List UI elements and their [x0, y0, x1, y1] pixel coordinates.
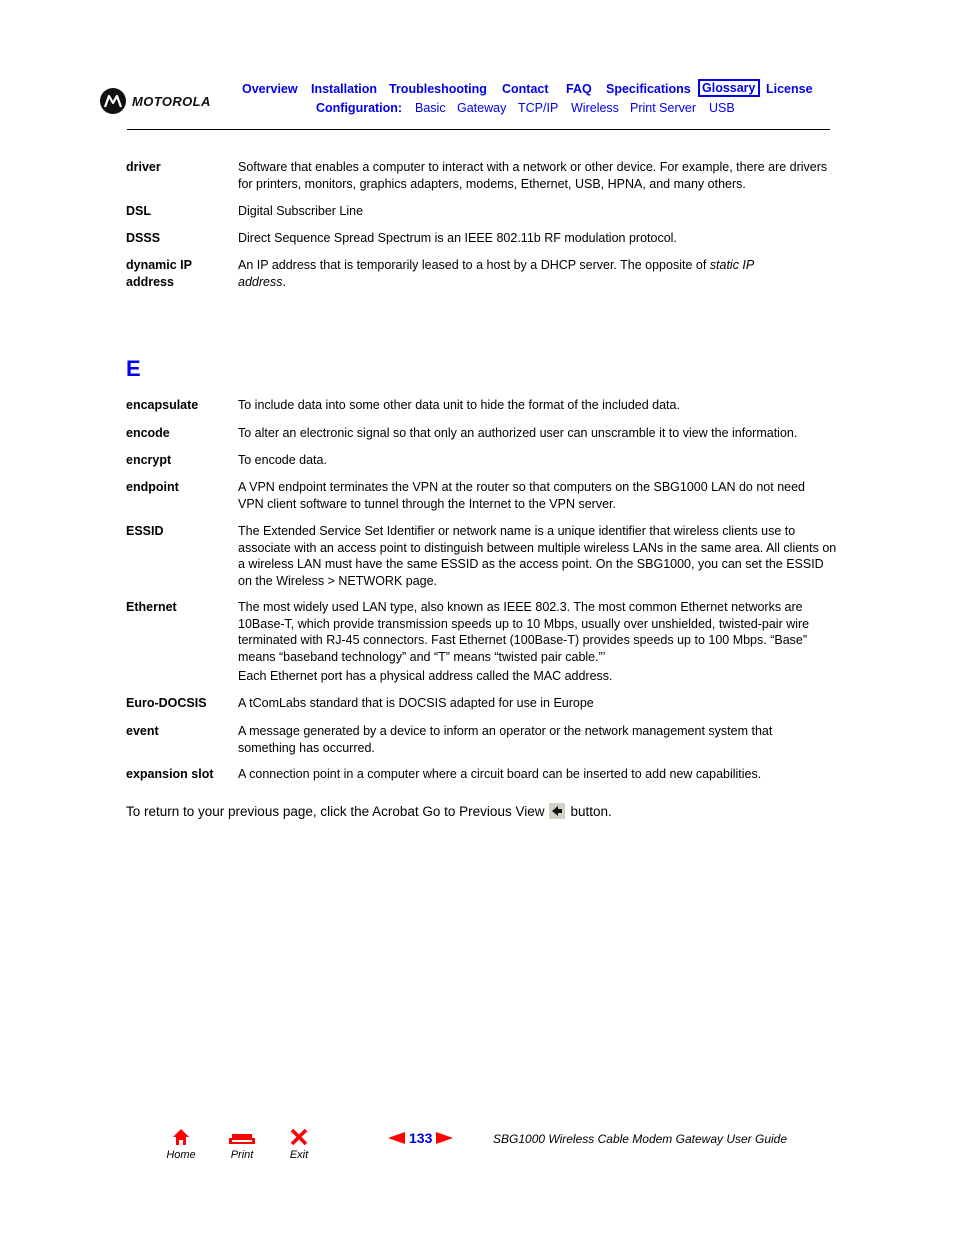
glossary-term: driver [126, 160, 161, 174]
glossary-term: encode [126, 426, 170, 440]
glossary-term: dynamic IP address [126, 258, 192, 289]
glossary-term: expansion slot [126, 767, 214, 781]
glossary-term: Ethernet [126, 600, 177, 614]
exit-button[interactable]: Exit [284, 1128, 314, 1161]
glossary-definition: Digital Subscriber Line [238, 204, 364, 218]
glossary-term: DSSS [126, 231, 161, 245]
nav-wireless[interactable]: Wireless [571, 101, 619, 115]
motorola-batwing-icon [100, 88, 126, 114]
print-label: Print [230, 1149, 254, 1161]
exit-label: Exit [289, 1149, 309, 1161]
glossary-definition-extra: Each Ethernet port has a physical addres… [238, 669, 613, 683]
nav-specifications[interactable]: Specifications [606, 82, 691, 96]
glossary-definition: A tComLabs standard that is DOCSIS adapt… [238, 696, 594, 710]
nav-license[interactable]: License [766, 82, 813, 96]
configuration-label: Configuration: [316, 101, 403, 115]
nav-faq[interactable]: FAQ [566, 82, 592, 96]
nav-glossary[interactable]: Glossary [698, 79, 760, 97]
back-arrow-icon [552, 806, 563, 816]
glossary-definition: To alter an electronic signal so that on… [238, 426, 798, 440]
nav-troubleshooting[interactable]: Troubleshooting [389, 82, 487, 96]
return-note-text: To return to your previous page, click t… [126, 804, 545, 819]
return-note-text-end: button. [570, 804, 612, 819]
next-page-arrow-icon[interactable] [435, 1132, 454, 1144]
nav-overview[interactable]: Overview [242, 82, 298, 96]
glossary-definition: A message generated by a device to infor… [238, 724, 773, 755]
glossary-term: DSL [126, 204, 151, 218]
previous-view-button[interactable] [549, 803, 566, 819]
printer-icon [229, 1134, 255, 1144]
return-note: To return to your previous page, click t… [126, 803, 612, 819]
glossary-definition: The Extended Service Set Identifier or n… [238, 524, 837, 588]
glossary-term: encapsulate [126, 398, 199, 412]
header-divider [127, 129, 830, 130]
print-button[interactable]: Print [225, 1128, 259, 1161]
home-icon [173, 1129, 189, 1145]
definition-text: An IP address that is temporarily leased… [238, 258, 710, 272]
glossary-definition: A VPN endpoint terminates the VPN at the… [238, 480, 806, 511]
exit-x-icon [290, 1128, 308, 1146]
nav-usb[interactable]: USB [709, 101, 735, 115]
glossary-term: ESSID [126, 524, 164, 538]
section-heading-e: E [126, 356, 141, 381]
definition-text: . [282, 274, 286, 289]
glossary-definition: Direct Sequence Spread Spectrum is an IE… [238, 231, 677, 245]
home-button[interactable]: Home [164, 1128, 198, 1161]
glossary-definition: The most widely used LAN type, also know… [238, 600, 810, 664]
previous-page-arrow-icon[interactable] [388, 1132, 406, 1144]
nav-tcpip[interactable]: TCP/IP [518, 101, 558, 115]
pager: 133 [388, 1130, 454, 1146]
logo-text: MOTOROLA [132, 93, 211, 109]
nav-basic[interactable]: Basic [415, 101, 446, 115]
guide-title: SBG1000 Wireless Cable Modem Gateway Use… [493, 1132, 788, 1146]
motorola-logo: MOTOROLA [100, 88, 211, 114]
home-label: Home [166, 1149, 196, 1161]
nav-gateway[interactable]: Gateway [457, 101, 506, 115]
nav-contact[interactable]: Contact [502, 82, 549, 96]
glossary-term: event [126, 724, 159, 738]
glossary-definition: A connection point in a computer where a… [238, 767, 762, 781]
glossary-term: endpoint [126, 480, 179, 494]
nav-installation[interactable]: Installation [311, 82, 377, 96]
glossary-definition: Software that enables a computer to inte… [238, 160, 828, 191]
glossary-definition: To include data into some other data uni… [238, 398, 680, 412]
page-number: 133 [409, 1130, 433, 1146]
glossary-term: encrypt [126, 453, 172, 467]
glossary-definition: To encode data. [238, 453, 327, 467]
nav-print-server[interactable]: Print Server [630, 101, 696, 115]
glossary-definition: An IP address that is temporarily leased… [238, 257, 798, 290]
glossary-term: Euro-DOCSIS [126, 696, 207, 710]
